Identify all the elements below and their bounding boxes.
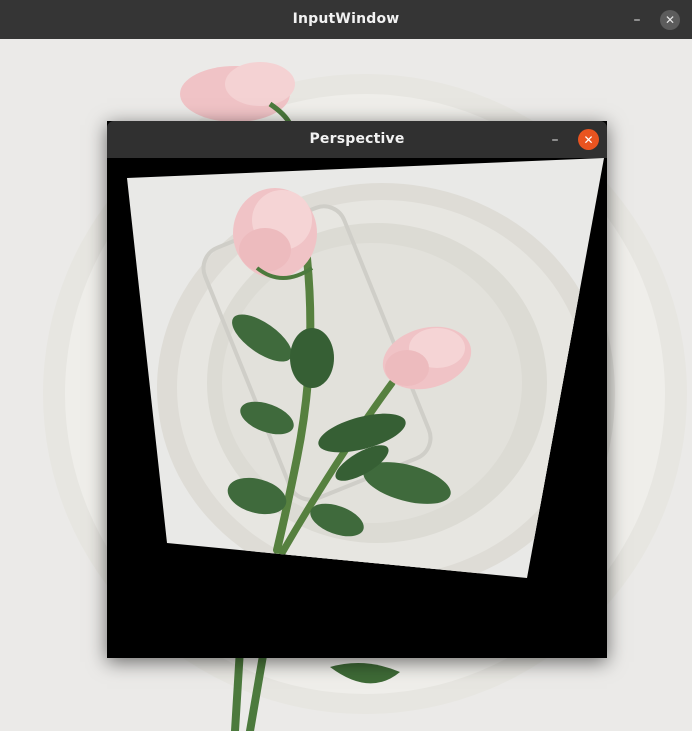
perspective-window: Perspective – ✕ xyxy=(107,121,607,658)
perspective-output-image xyxy=(107,158,607,658)
minimize-icon[interactable]: – xyxy=(545,130,565,150)
perspective-window-titlebar[interactable]: Perspective – ✕ xyxy=(107,121,607,158)
input-window-title: InputWindow xyxy=(292,11,400,27)
close-icon[interactable]: ✕ xyxy=(578,129,599,150)
warped-photo xyxy=(107,158,607,658)
minimize-icon[interactable]: – xyxy=(627,10,647,30)
close-icon[interactable]: ✕ xyxy=(660,10,680,30)
perspective-window-title: Perspective xyxy=(309,131,405,147)
input-window-titlebar[interactable]: InputWindow – ✕ xyxy=(0,0,692,39)
